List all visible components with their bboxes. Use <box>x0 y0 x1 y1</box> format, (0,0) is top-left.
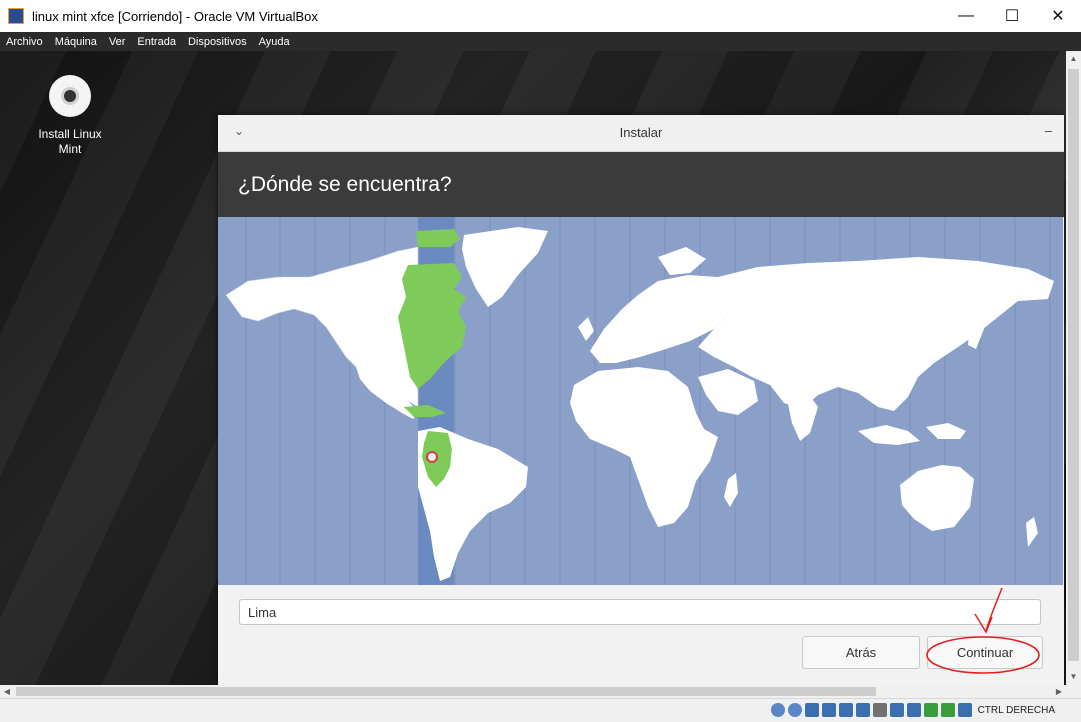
menu-maquina[interactable]: Máquina <box>49 36 103 48</box>
maximize-button[interactable]: ☐ <box>989 0 1035 32</box>
window-titlebar: linux mint xfce [Corriendo] - Oracle VM … <box>0 0 1081 32</box>
scroll-left-icon[interactable]: ◀ <box>0 685 14 698</box>
mouse-integration-icon[interactable] <box>940 703 955 717</box>
horizontal-scrollbar[interactable]: ◀ ▶ <box>0 685 1066 698</box>
page-title: ¿Dónde se encuentra? <box>238 172 452 196</box>
statusbar: CTRL DERECHA <box>0 698 1081 722</box>
recording-icon[interactable] <box>906 703 921 717</box>
back-button[interactable]: Atrás <box>802 636 920 669</box>
vm-screen[interactable]: Install Linux Mint ⌄ Instalar – ¿Dónde s… <box>0 51 1066 685</box>
close-button[interactable]: ✕ <box>1035 0 1081 32</box>
hard-disk-icon[interactable] <box>770 703 785 717</box>
desktop-icon-install-linux-mint[interactable]: Install Linux Mint <box>28 75 112 157</box>
optical-drive-icon[interactable] <box>787 703 802 717</box>
cpu-activity-icon[interactable] <box>923 703 938 717</box>
host-key-label: CTRL DERECHA <box>977 704 1055 716</box>
scroll-down-icon[interactable]: ▼ <box>1066 669 1081 685</box>
scroll-right-icon[interactable]: ▶ <box>1052 685 1066 698</box>
horizontal-scroll-thumb[interactable] <box>16 687 876 696</box>
keyboard-capture-icon[interactable] <box>957 703 972 717</box>
virtualbox-app-icon <box>8 8 24 24</box>
display-icon[interactable] <box>872 703 887 717</box>
minimize-button[interactable]: — <box>943 0 989 32</box>
scroll-up-icon[interactable]: ▲ <box>1066 51 1081 67</box>
continue-button[interactable]: Continuar <box>927 636 1043 669</box>
window-controls: — ☐ ✕ <box>943 0 1081 32</box>
vertical-scroll-thumb[interactable] <box>1068 69 1079 661</box>
world-map-graphic <box>218 217 1063 585</box>
installer-banner: ¿Dónde se encuentra? <box>218 152 1064 217</box>
installer-header: ⌄ Instalar – <box>218 115 1064 152</box>
location-input[interactable]: Lima <box>239 599 1041 625</box>
location-pin-icon <box>426 451 438 463</box>
audio-icon[interactable] <box>804 703 819 717</box>
menu-dispositivos[interactable]: Dispositivos <box>182 36 253 48</box>
menu-ayuda[interactable]: Ayuda <box>253 36 296 48</box>
video-capture-icon[interactable] <box>889 703 904 717</box>
menu-entrada[interactable]: Entrada <box>131 36 182 48</box>
device-tray: CTRL DERECHA <box>770 703 1055 717</box>
network-icon[interactable] <box>821 703 836 717</box>
usb-icon[interactable] <box>838 703 853 717</box>
installer-window: ⌄ Instalar – ¿Dónde se encuentra? Lima A… <box>218 115 1064 685</box>
vertical-scrollbar[interactable]: ▲ ▼ <box>1066 51 1081 685</box>
installer-title: Instalar <box>619 125 663 140</box>
cd-disc-icon <box>49 75 91 117</box>
window-title: linux mint xfce [Corriendo] - Oracle VM … <box>32 8 318 24</box>
menubar: Archivo Máquina Ver Entrada Dispositivos… <box>0 32 1081 51</box>
desktop-icon-label: Install Linux Mint <box>38 127 102 156</box>
menu-ver[interactable]: Ver <box>103 36 132 48</box>
timezone-map[interactable] <box>218 217 1063 585</box>
shared-folders-icon[interactable] <box>855 703 870 717</box>
menu-archivo[interactable]: Archivo <box>0 36 49 48</box>
installer-minimize-button[interactable]: – <box>1045 123 1052 138</box>
scrollbar-corner <box>1066 685 1081 698</box>
